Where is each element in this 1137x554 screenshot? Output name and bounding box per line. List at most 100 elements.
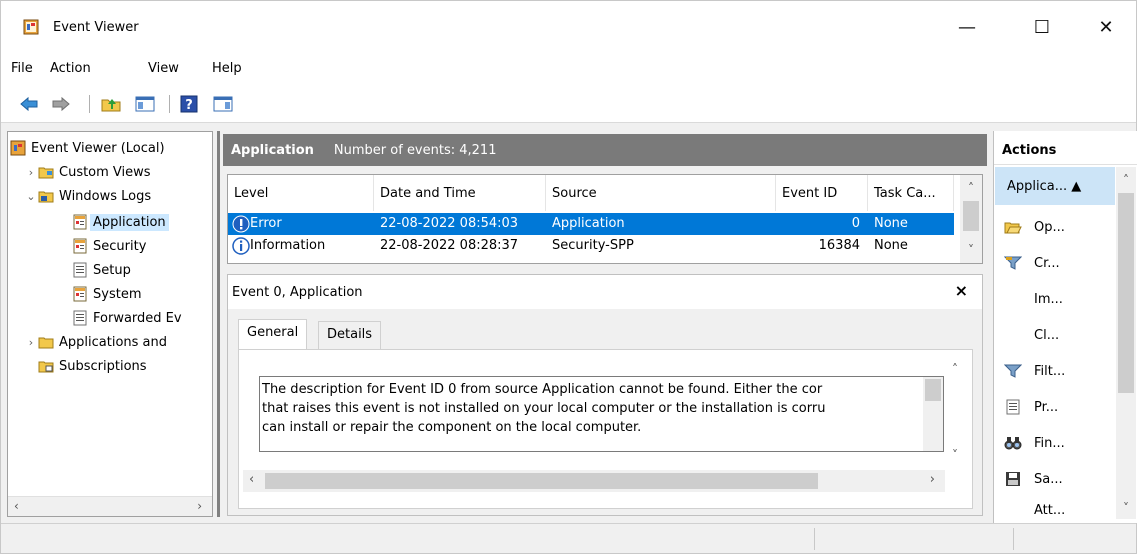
- scrollbar-thumb[interactable]: [265, 473, 818, 489]
- scrollbar-thumb[interactable]: [925, 379, 941, 401]
- scroll-right-icon[interactable]: ›: [197, 499, 202, 513]
- tree-item-application[interactable]: Application: [72, 210, 169, 234]
- actions-pane: Actions Applica... ▲ Op... Cr... Im... C…: [993, 131, 1137, 523]
- scroll-down-icon[interactable]: ˅: [1116, 501, 1136, 515]
- tree-item-subscriptions[interactable]: Subscriptions: [38, 354, 147, 378]
- tree-item-system[interactable]: System: [72, 282, 141, 306]
- tree-item-windows-logs[interactable]: ⌄ Windows Logs: [24, 184, 151, 208]
- cell-source: Application: [552, 216, 625, 231]
- console-tree: Event Viewer (Local) › Custom Views ⌄ Wi…: [7, 131, 213, 517]
- actions-header: Actions: [994, 137, 1137, 165]
- toolbar: ?: [1, 85, 1136, 123]
- general-horizontal-scrollbar[interactable]: ‹ ›: [243, 470, 945, 492]
- menu-help[interactable]: Help: [212, 61, 242, 76]
- cell-datetime: 22-08-2022 08:28:37: [380, 238, 519, 253]
- show-hide-action-pane-icon[interactable]: [213, 95, 233, 113]
- chevron-right-icon[interactable]: ›: [24, 166, 38, 179]
- detail-title: Event 0, Application: [232, 284, 363, 300]
- minimize-button[interactable]: —: [944, 1, 990, 53]
- menu-file[interactable]: File: [11, 61, 33, 76]
- pane-splitter[interactable]: [217, 131, 220, 517]
- filter-icon: [1004, 256, 1022, 270]
- tab-details[interactable]: Details: [318, 321, 382, 349]
- tree-item-label: Security: [93, 238, 147, 254]
- scroll-up-icon[interactable]: ˄: [1116, 173, 1136, 187]
- tree-item-label: Subscriptions: [59, 358, 147, 374]
- scroll-up-icon[interactable]: ˄: [944, 362, 966, 376]
- action-filter-current-log[interactable]: Filt...: [994, 353, 1114, 389]
- forward-icon[interactable]: [51, 95, 71, 113]
- menu-action[interactable]: Action: [50, 61, 91, 76]
- action-open-saved-log[interactable]: Op...: [994, 209, 1114, 245]
- log-title: Application: [231, 142, 314, 158]
- scroll-down-icon[interactable]: ˅: [960, 243, 982, 257]
- center-pane: Application Number of events: 4,211 Leve…: [223, 134, 987, 517]
- tab-general[interactable]: General: [238, 319, 308, 349]
- action-create-custom-view[interactable]: Cr...: [994, 245, 1114, 281]
- description-scrollbar[interactable]: [923, 377, 943, 451]
- scroll-right-icon[interactable]: ›: [930, 472, 935, 487]
- chevron-right-icon[interactable]: ›: [24, 336, 38, 349]
- help-icon[interactable]: ?: [179, 95, 199, 113]
- column-header-task-category[interactable]: Task Ca...: [868, 175, 954, 211]
- tree-horizontal-scrollbar[interactable]: ‹ ›: [8, 496, 212, 516]
- scrollbar-thumb[interactable]: [1118, 193, 1134, 393]
- binoculars-icon: [1004, 437, 1022, 450]
- scrollbar-thumb[interactable]: [963, 201, 979, 231]
- action-label: Att...: [1034, 502, 1066, 518]
- description-line: that raises this event is not installed …: [262, 401, 826, 416]
- log-header: Application Number of events: 4,211: [223, 134, 987, 166]
- up-folder-icon[interactable]: [101, 95, 121, 113]
- tree-item-custom-views[interactable]: › Custom Views: [24, 160, 151, 184]
- tree-item-label: System: [93, 286, 142, 302]
- event-viewer-icon: [10, 140, 26, 156]
- cell-event-id: 0: [851, 216, 860, 231]
- action-import-custom-view[interactable]: Im...: [994, 281, 1114, 317]
- event-count: Number of events: 4,211: [333, 142, 497, 158]
- close-button[interactable]: ✕: [1083, 1, 1129, 53]
- show-hide-console-tree-icon[interactable]: [135, 95, 155, 113]
- column-header-event-id[interactable]: Event ID: [776, 175, 868, 211]
- table-row[interactable]: Error 22-08-2022 08:54:03 Application 0 …: [228, 213, 954, 235]
- tree-item-security[interactable]: Security: [72, 234, 146, 258]
- chevron-down-icon[interactable]: ⌄: [24, 190, 38, 203]
- description-text-box[interactable]: The description for Event ID 0 from sour…: [259, 376, 944, 452]
- action-clear-log[interactable]: Cl...: [994, 317, 1114, 353]
- actions-section-application[interactable]: Applica... ▲: [995, 167, 1115, 205]
- action-save-all-events[interactable]: Sa...: [994, 461, 1114, 497]
- tree-item-setup[interactable]: Setup: [72, 258, 131, 282]
- error-icon: [232, 215, 250, 233]
- column-header-source[interactable]: Source: [546, 175, 776, 211]
- maximize-button[interactable]: ☐: [1019, 1, 1065, 53]
- log-icon: [73, 262, 87, 278]
- scroll-down-icon[interactable]: ˅: [944, 448, 966, 462]
- action-blank-icon: [1004, 291, 1022, 307]
- title-bar[interactable]: Event Viewer — ☐ ✕: [1, 1, 1136, 53]
- tree-item-applications-and-services[interactable]: › Applications and: [24, 330, 167, 354]
- scroll-left-icon[interactable]: ‹: [14, 499, 19, 513]
- general-vertical-scrollbar[interactable]: ˄ ˅: [944, 354, 966, 470]
- folder-icon: [38, 191, 54, 203]
- cell-datetime: 22-08-2022 08:54:03: [380, 216, 519, 231]
- action-find[interactable]: Fin...: [994, 425, 1114, 461]
- back-icon[interactable]: [19, 95, 39, 113]
- folder-icon: [38, 167, 54, 179]
- close-icon[interactable]: ×: [955, 281, 968, 300]
- table-row[interactable]: Information 22-08-2022 08:28:37 Security…: [228, 235, 954, 257]
- action-properties[interactable]: Pr...: [994, 389, 1114, 425]
- event-list-scrollbar[interactable]: ˄ ˅: [960, 175, 982, 263]
- properties-icon: [1006, 399, 1020, 415]
- tree-item-event-viewer-local[interactable]: Event Viewer (Local): [10, 136, 165, 160]
- actions-scrollbar[interactable]: ˄ ˅: [1116, 167, 1136, 519]
- scroll-left-icon[interactable]: ‹: [249, 472, 254, 487]
- column-header-date-time[interactable]: Date and Time: [374, 175, 546, 211]
- tree-item-label: Forwarded Ev: [93, 310, 182, 326]
- column-header-level[interactable]: Level: [228, 175, 374, 211]
- status-separator: [1013, 528, 1014, 550]
- scroll-up-icon[interactable]: ˄: [960, 181, 982, 195]
- subscriptions-icon: [38, 361, 54, 373]
- action-attach-task[interactable]: Att...: [994, 497, 1114, 523]
- tree-item-forwarded-events[interactable]: Forwarded Ev: [72, 306, 182, 330]
- log-icon: [73, 286, 87, 302]
- menu-view[interactable]: View: [148, 61, 179, 76]
